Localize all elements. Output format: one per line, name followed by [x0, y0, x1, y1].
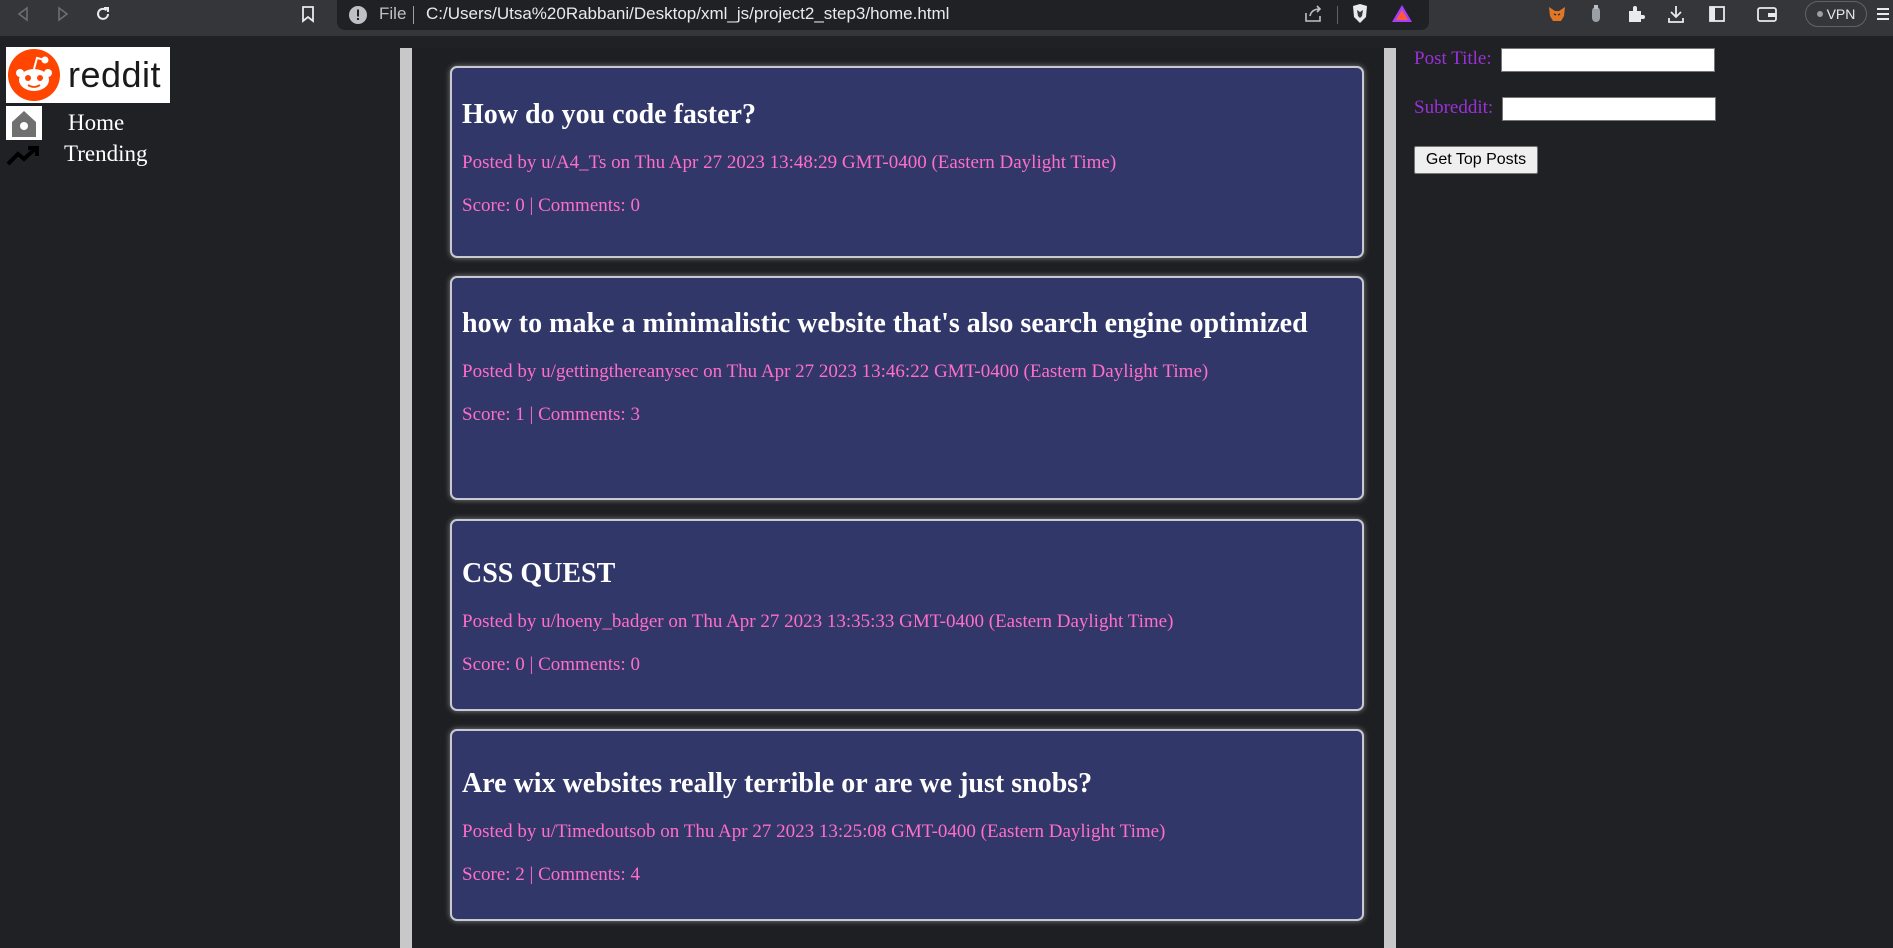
- post-meta: Posted by u/gettingthereanysec on Thu Ap…: [462, 361, 1209, 382]
- browser-toolbar: File C:/Users/Utsa%20Rabbani/Desktop/xml…: [0, 0, 1893, 36]
- subreddit-input[interactable]: [1502, 97, 1716, 121]
- sidebar-item-label: Trending: [64, 141, 148, 166]
- post-title-label: Post Title:: [1414, 48, 1492, 69]
- info-icon[interactable]: [348, 5, 368, 30]
- post-title[interactable]: CSS QUEST: [462, 557, 1352, 591]
- address-bar[interactable]: File C:/Users/Utsa%20Rabbani/Desktop/xml…: [337, 0, 1429, 30]
- file-scheme-label: File: [379, 4, 407, 23]
- reload-icon[interactable]: [90, 0, 116, 28]
- sidebar-icon[interactable]: [1705, 0, 1729, 28]
- post-card[interactable]: How do you code faster? Posted by u/A4_T…: [450, 66, 1364, 258]
- bookmark-icon[interactable]: [296, 0, 320, 28]
- omnibox-divider: [1337, 6, 1338, 24]
- url-text[interactable]: C:/Users/Utsa%20Rabbani/Desktop/xml_js/p…: [426, 4, 949, 24]
- address-separator: [413, 6, 414, 24]
- extension-icon[interactable]: [1586, 0, 1606, 28]
- post-meta: Posted by u/hoeny_badger on Thu Apr 27 2…: [462, 611, 1174, 632]
- share-icon[interactable]: [1303, 4, 1325, 29]
- post-card[interactable]: CSS QUEST Posted by u/hoeny_badger on Th…: [450, 519, 1364, 711]
- post-meta: Posted by u/A4_Ts on Thu Apr 27 2023 13:…: [462, 152, 1117, 173]
- reddit-snoo-icon: [8, 49, 60, 101]
- back-icon[interactable]: [10, 0, 36, 28]
- post-score: Score: 2 | Comments: 4: [462, 864, 640, 885]
- forward-icon[interactable]: [50, 0, 76, 28]
- page-content: reddit Home Trending How do you code fas…: [0, 36, 1893, 948]
- post-title[interactable]: Are wix websites really terrible or are …: [462, 767, 1352, 801]
- sidebar-item-home[interactable]: Home: [4, 106, 184, 140]
- trending-icon: [6, 145, 40, 173]
- home-icon: [6, 106, 42, 140]
- post-card[interactable]: how to make a minimalistic website that'…: [450, 276, 1364, 500]
- search-form: Post Title: Subreddit: Get Top Posts: [1414, 36, 1814, 336]
- vpn-label: VPN: [1826, 6, 1856, 22]
- vpn-status-dot: [1816, 11, 1823, 17]
- post-card[interactable]: Are wix websites really terrible or are …: [450, 729, 1364, 921]
- metamask-icon[interactable]: [1545, 0, 1569, 28]
- subreddit-label: Subreddit:: [1414, 97, 1494, 118]
- wallet-icon[interactable]: [1754, 0, 1780, 28]
- post-title-input[interactable]: [1501, 48, 1715, 72]
- get-top-posts-button[interactable]: Get Top Posts: [1414, 146, 1538, 174]
- reddit-logo[interactable]: reddit: [6, 47, 170, 103]
- puzzle-icon[interactable]: [1624, 0, 1648, 28]
- sidebar-item-trending[interactable]: Trending: [4, 139, 184, 173]
- post-score: Score: 0 | Comments: 0: [462, 654, 640, 675]
- post-score: Score: 1 | Comments: 3: [462, 404, 640, 425]
- post-title[interactable]: How do you code faster?: [462, 98, 1352, 132]
- sidebar-item-label: Home: [68, 110, 125, 135]
- brave-rewards-icon[interactable]: [1391, 4, 1413, 29]
- menu-icon[interactable]: [1876, 0, 1890, 28]
- brave-shield-icon[interactable]: [1350, 3, 1370, 30]
- post-score: Score: 0 | Comments: 0: [462, 195, 640, 216]
- post-title[interactable]: how to make a minimalistic website that'…: [462, 307, 1352, 341]
- post-meta: Posted by u/Timedoutsob on Thu Apr 27 20…: [462, 821, 1166, 842]
- download-icon[interactable]: [1664, 0, 1688, 28]
- reddit-wordmark: reddit: [68, 54, 162, 95]
- vpn-button[interactable]: VPN: [1805, 1, 1867, 27]
